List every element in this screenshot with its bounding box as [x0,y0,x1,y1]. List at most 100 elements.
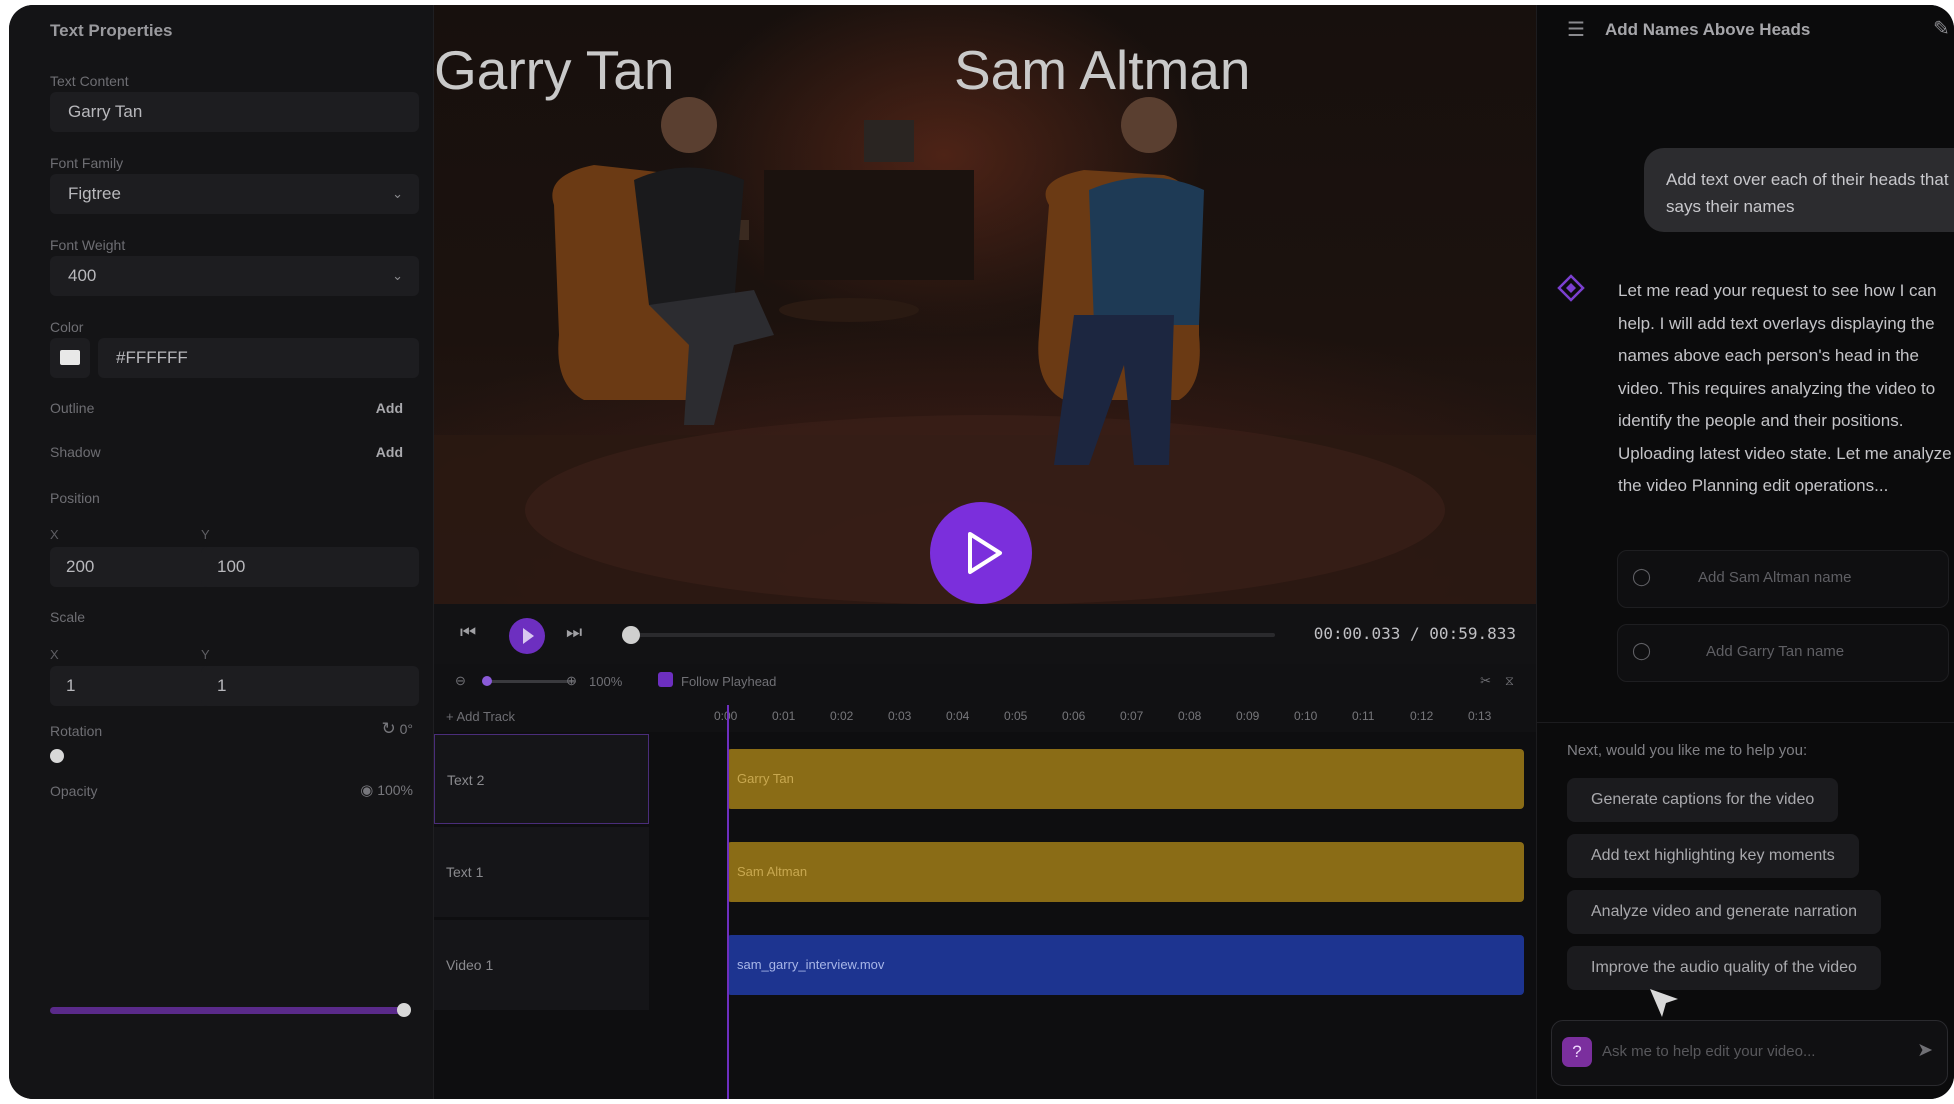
ruler-tick: 0:07 [1120,709,1144,723]
chat-input-box[interactable]: ? Ask me to help edit your video... ➤ [1551,1020,1948,1086]
timecode: 00:00.033 / 00:59.833 [1313,624,1516,643]
clip-video-1[interactable]: sam_garry_interview.mov [727,935,1524,995]
ruler-tick: 0:12 [1410,709,1434,723]
track-label-video-1[interactable]: Video 1 [434,920,649,1010]
chat-title: Add Names Above Heads [1605,20,1811,39]
position-x-input[interactable]: 200 [50,547,220,587]
skip-forward-icon[interactable]: ⏭ [566,622,582,643]
playback-controls: ⏮ ⏭ 00:00.033 / 00:59.833 [434,604,1536,664]
check-circle-icon: ◯ [1632,641,1652,660]
zoom-slider[interactable] [482,676,576,686]
send-icon[interactable]: ➤ [1917,1039,1933,1062]
task-item[interactable]: ◯ Add Garry Tan name [1617,624,1949,682]
overlay-text-right[interactable]: Sam Altman [954,38,1251,102]
shadow-add-button[interactable]: Add [376,444,403,460]
clip-text-2[interactable]: Garry Tan [727,749,1524,809]
zoom-in-icon[interactable]: ⊕ [566,673,577,689]
cursor-pointer-icon [1650,989,1678,1017]
skip-back-icon[interactable]: ⏮ [460,622,476,643]
color-label: Color [50,319,84,335]
rotate-icon[interactable]: ↻ [381,719,395,738]
ai-chat-panel: ☰ Add Names Above Heads ✎ Add text over … [1536,5,1954,1099]
font-family-label: Font Family [50,155,124,171]
magnet-icon[interactable]: ⧖ [1505,673,1514,689]
zoom-slider-knob[interactable] [482,676,492,686]
rotation-slider-knob[interactable] [50,749,64,763]
outline-label: Outline [50,400,95,416]
divider [1537,722,1954,723]
overlay-text-left[interactable]: Garry Tan [434,38,674,102]
position-y-input[interactable]: 100 [201,547,419,587]
suggestion-button[interactable]: Analyze video and generate narration [1567,890,1881,934]
font-weight-label: Font Weight [50,237,126,253]
color-hex-input[interactable]: #FFFFFF [98,338,419,378]
task-item[interactable]: ◯ Add Sam Altman name [1617,550,1949,608]
play-button[interactable] [509,618,545,654]
suggestion-button[interactable]: Add text highlighting key moments [1567,834,1859,878]
follow-playhead-label: Follow Playhead [681,674,777,689]
eye-icon[interactable]: ◉ [360,782,373,799]
video-preview[interactable]: Garry Tan Sam Altman [434,5,1536,604]
video-editor-app: Text Properties Text Content Garry Tan F… [9,5,1954,1099]
scale-y-input[interactable]: 1 [201,666,419,706]
ruler-tick: 0:13 [1468,709,1492,723]
chat-input-placeholder[interactable]: Ask me to help edit your video... [1602,1043,1815,1060]
scrubber-knob[interactable] [622,626,640,644]
user-message: Add text over each of their heads that s… [1644,148,1954,232]
scale-y-label: Y [201,647,210,662]
suggestion-button[interactable]: Generate captions for the video [1567,778,1839,822]
opacity-slider[interactable] [50,1003,411,1017]
timeline-ruler[interactable]: + Add Track 0:00 0:01 0:02 0:03 0:04 0:0… [434,700,1536,733]
position-y-label: Y [201,527,210,542]
opacity-value: 100% [377,782,413,798]
follow-playhead-checkbox[interactable] [658,672,673,687]
help-icon[interactable]: ? [1562,1037,1592,1067]
ruler-tick: 0:04 [946,709,970,723]
scale-label: Scale [50,609,86,625]
ruler-tick: 0:09 [1236,709,1260,723]
font-family-select[interactable]: Figtree ⌄ [50,174,419,214]
clip-text-1[interactable]: Sam Altman [727,842,1524,902]
assistant-avatar-icon [1557,274,1585,302]
ruler-tick: 0:06 [1062,709,1086,723]
outline-add-button[interactable]: Add [376,400,403,416]
menu-icon[interactable]: ☰ [1567,17,1585,42]
color-swatch[interactable] [50,338,90,378]
panel-title: Text Properties [50,21,173,40]
text-content-label: Text Content [50,73,129,89]
rotation-label: Rotation [50,723,103,739]
play-overlay-button[interactable] [930,502,1032,604]
timeline-playhead[interactable] [727,705,729,1099]
chevron-down-icon: ⌄ [392,268,403,283]
opacity-label: Opacity [50,783,98,799]
rotation-value: 0° [399,721,413,737]
zoom-value: 100% [589,674,623,689]
assistant-message: Let me read your request to see how I ca… [1618,281,1952,495]
new-chat-icon[interactable]: ✎ [1933,16,1950,41]
opacity-slider-knob[interactable] [397,1003,411,1017]
timeline-toolbar: ⊖ ⊕ 100% Follow Playhead ✂ ⧖ [434,664,1536,700]
text-content-input[interactable]: Garry Tan [50,92,419,132]
ruler-tick: 0:08 [1178,709,1202,723]
ruler-tick: 0:10 [1294,709,1318,723]
zoom-out-icon[interactable]: ⊖ [455,673,466,689]
ruler-tick: 0:05 [1004,709,1028,723]
scale-x-input[interactable]: 1 [50,666,220,706]
scrubber-track[interactable] [630,633,1275,637]
suggestion-button[interactable]: Improve the audio quality of the video [1567,946,1881,990]
font-weight-select[interactable]: 400 ⌄ [50,256,419,296]
scissors-icon[interactable]: ✂ [1480,673,1491,689]
rotation-readout: ↻ 0° [381,719,413,739]
task-label: Add Garry Tan name [1706,643,1845,660]
add-track-button[interactable]: + Add Track [446,709,515,724]
track-label-text-2[interactable]: Text 2 [434,734,649,824]
play-icon [968,532,1002,574]
timeline-tracks: Text 2 Garry Tan Text 1 Sam Altman Video… [434,732,1536,1099]
track-label-text-1[interactable]: Text 1 [434,827,649,917]
chevron-down-icon: ⌄ [392,186,403,201]
scale-x-label: X [50,647,59,662]
ruler-tick: 0:01 [772,709,796,723]
task-label: Add Sam Altman name [1698,569,1852,586]
ruler-tick: 0:03 [888,709,912,723]
opacity-readout: ◉ 100% [360,781,413,799]
